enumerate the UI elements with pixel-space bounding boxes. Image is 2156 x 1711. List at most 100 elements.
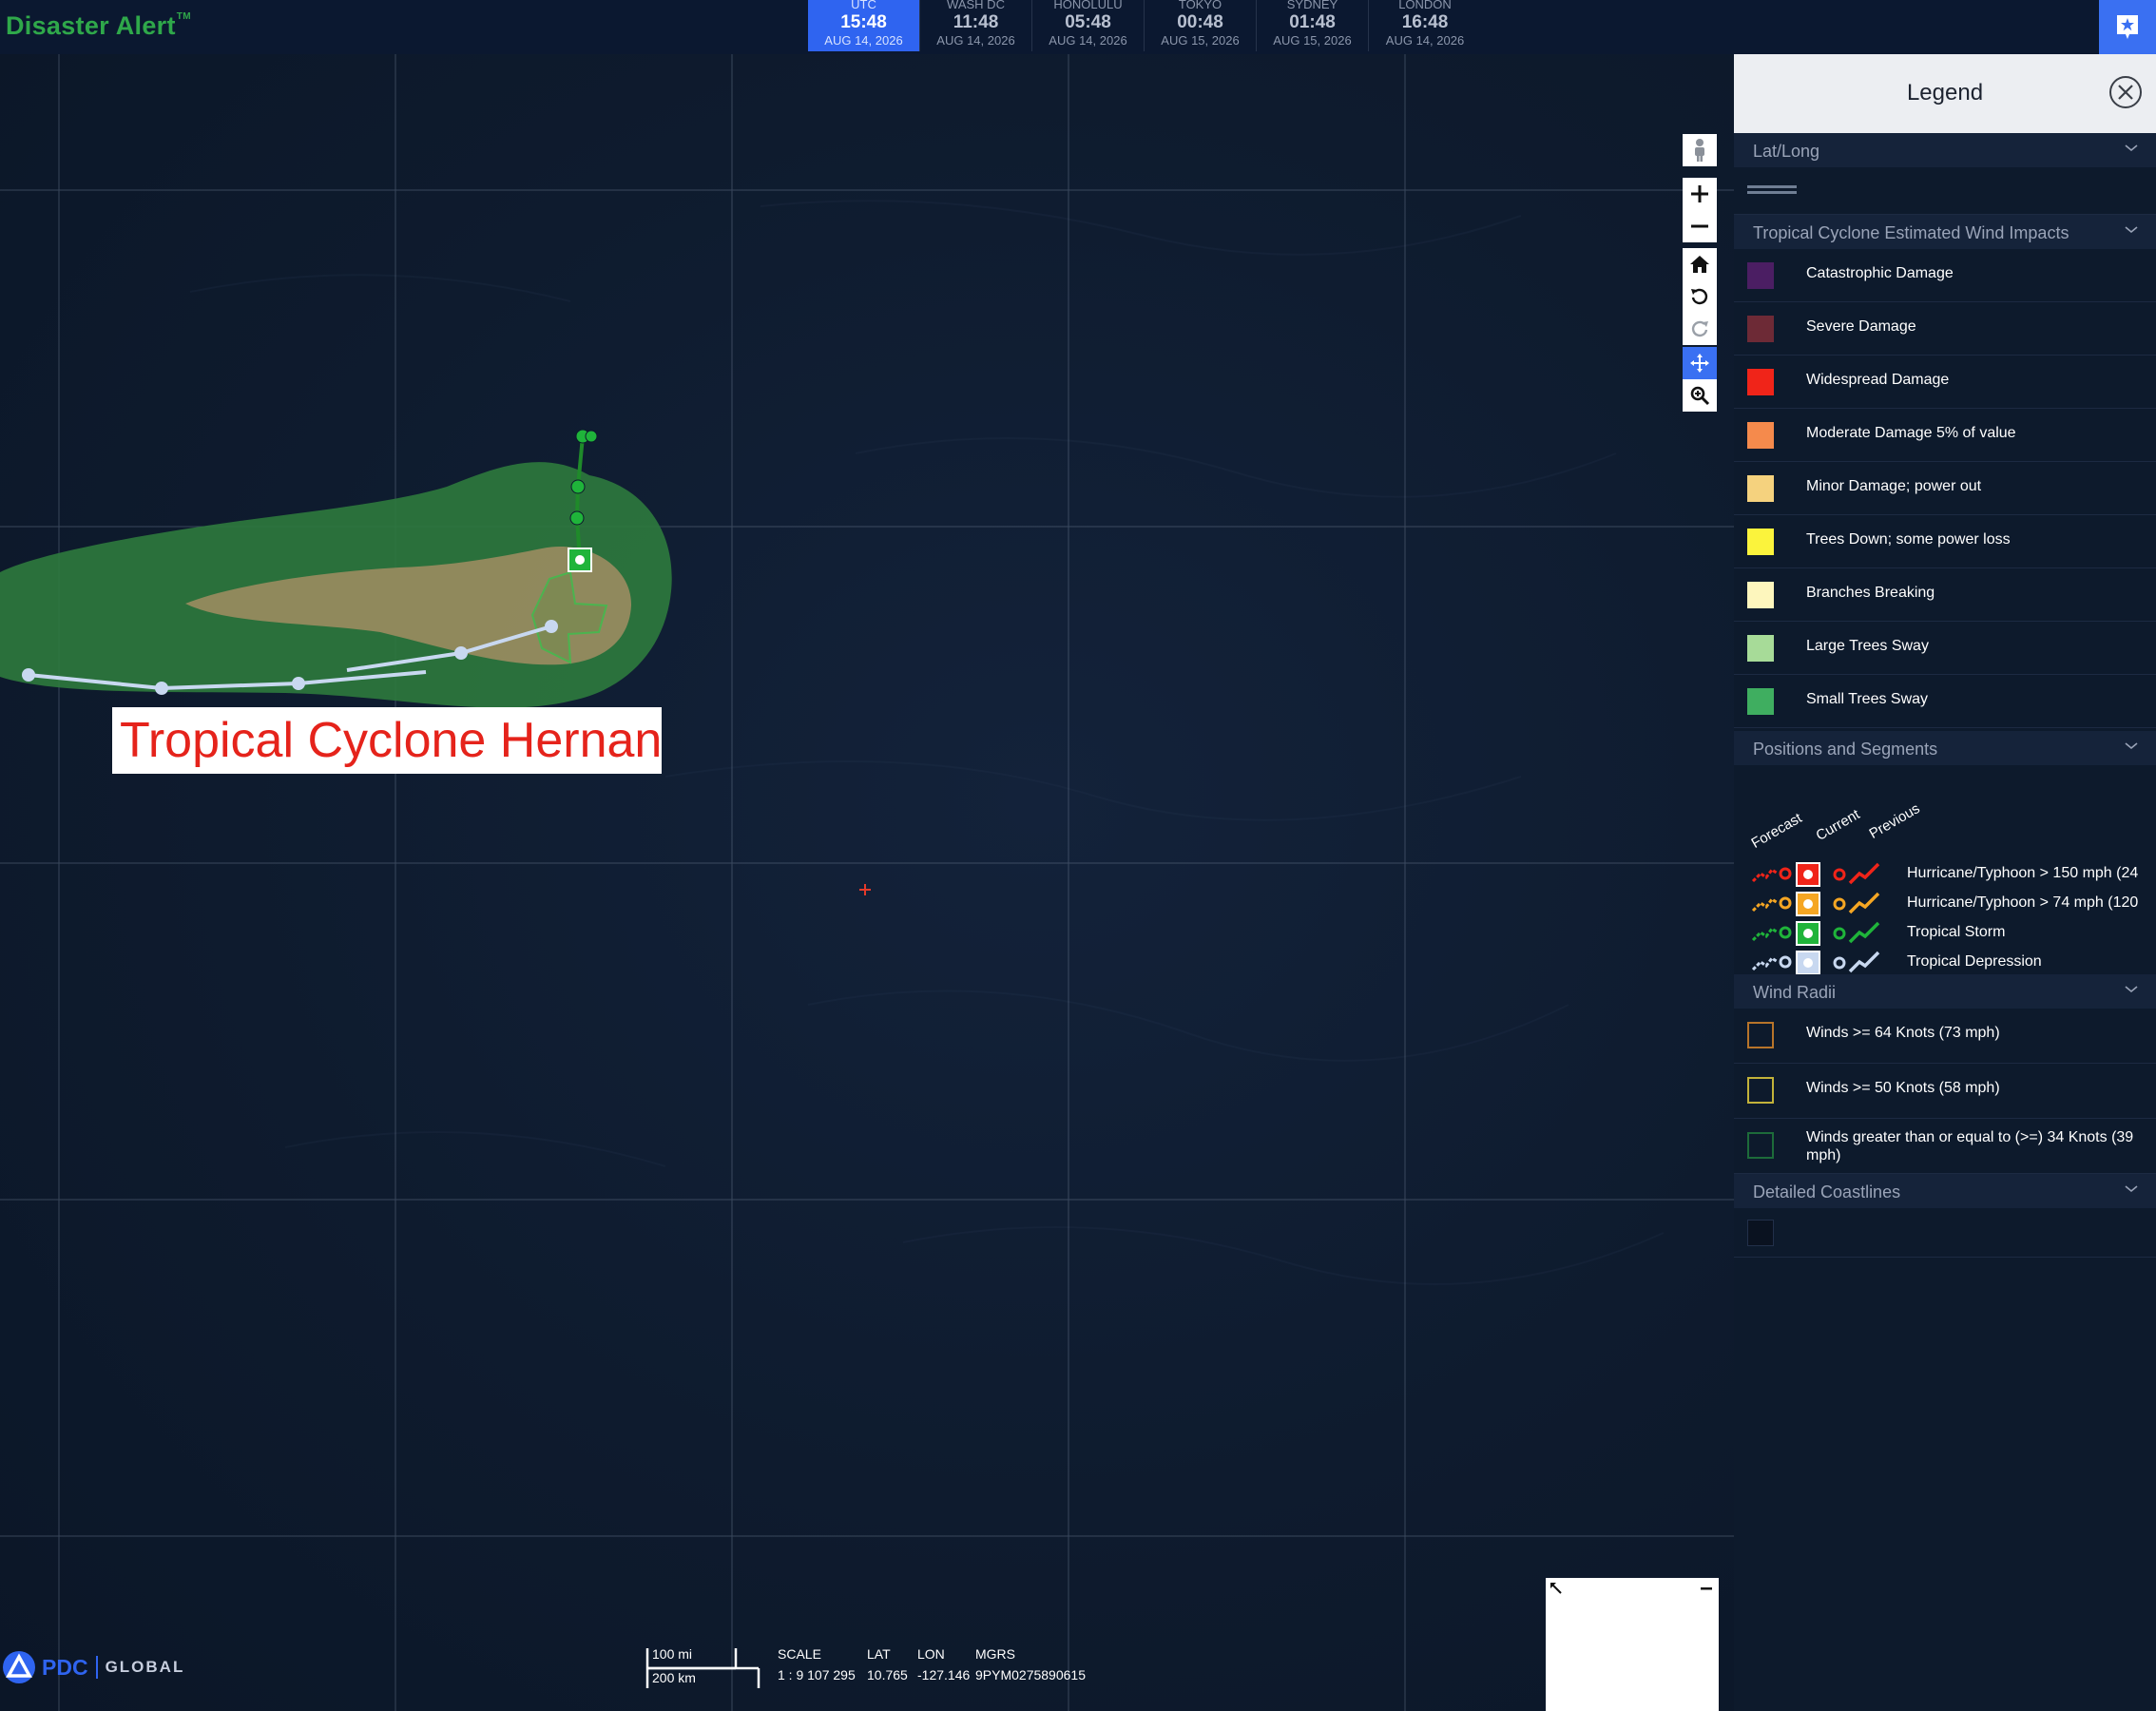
color-swatch xyxy=(1747,316,1774,342)
close-icon[interactable] xyxy=(2108,75,2143,109)
positions-legend: Forecast Current Previous Hurricane/Typh… xyxy=(1734,786,2156,976)
legend-title: Legend xyxy=(1906,80,1984,106)
zoom-in-icon xyxy=(1691,185,1708,202)
legend-panel: Legend Lat/Long Tropical Cyclone Estimat… xyxy=(1734,54,2156,1711)
latlong-line-swatch xyxy=(1747,185,1797,194)
section-wind-radii[interactable]: Wind Radii xyxy=(1734,974,2156,1009)
wind-impact-label: Widespread Damage xyxy=(1806,372,1950,388)
color-swatch xyxy=(1747,369,1774,395)
track-symbols-row xyxy=(1751,921,1880,946)
minimize-icon[interactable] xyxy=(1700,1582,1713,1595)
wind-impact-label: Branches Breaking xyxy=(1806,585,1935,601)
pdc-triangle-icon xyxy=(3,1651,35,1683)
wind-radii-label: Winds >= 64 Knots (73 mph) xyxy=(1806,1025,2000,1041)
section-latlong[interactable]: Lat/Long xyxy=(1734,133,2156,167)
alerts-button[interactable] xyxy=(2099,0,2156,54)
overview-minimap[interactable] xyxy=(1546,1578,1719,1711)
map-view[interactable]: Tropical Cyclone Hernan xyxy=(0,54,1734,1711)
world-clocks: UTC 15:48 AUG 14, 2026 WASH DC 11:48 AUG 14, … xyxy=(808,0,1481,51)
chevron-down-icon xyxy=(2125,986,2138,993)
wind-impact-label: Large Trees Sway xyxy=(1806,638,1929,654)
coastlines-row xyxy=(1734,1208,2156,1258)
wind-impact-row: Large Trees Sway xyxy=(1734,622,2156,675)
home-button[interactable] xyxy=(1683,248,1717,280)
map-canvas[interactable] xyxy=(0,54,1734,1711)
wind-impact-label: Severe Damage xyxy=(1806,318,1916,335)
latitude-readout: LAT 10.765 xyxy=(867,1646,908,1682)
wind-radii-row: Winds >= 64 Knots (73 mph) xyxy=(1734,1009,2156,1064)
section-positions[interactable]: Positions and Segments xyxy=(1734,731,2156,765)
wind-radii-label: Winds >= 50 Knots (58 mph) xyxy=(1806,1080,2000,1096)
track-symbols-row xyxy=(1751,862,1880,887)
section-wind-impacts[interactable]: Tropical Cyclone Estimated Wind Impacts xyxy=(1734,215,2156,249)
color-swatch xyxy=(1747,688,1774,715)
clock-zone: WASH DC xyxy=(947,0,1005,11)
chevron-down-icon xyxy=(2125,742,2138,750)
global-logo-text: GLOBAL xyxy=(105,1658,185,1676)
pan-icon xyxy=(1690,354,1709,373)
chevron-down-icon xyxy=(2125,1185,2138,1193)
scale-miles: 100 mi xyxy=(652,1646,693,1662)
zoom-in-button[interactable] xyxy=(1683,178,1717,210)
clock-tokyo[interactable]: TOKYO 00:48 AUG 15, 2026 xyxy=(1145,0,1257,51)
wind-impact-row: Trees Down; some power loss xyxy=(1734,515,2156,568)
rotate-right-icon xyxy=(1691,320,1708,337)
section-coastlines[interactable]: Detailed Coastlines xyxy=(1734,1174,2156,1208)
clock-time: 16:48 xyxy=(1401,12,1449,32)
clock-time: 15:48 xyxy=(840,12,887,32)
storm-category-label: Tropical Storm xyxy=(1907,924,2006,940)
pan-button[interactable] xyxy=(1683,347,1717,379)
storm-category-label: Hurricane/Typhoon > 150 mph (24 xyxy=(1907,865,2139,881)
mgrs-readout: MGRS 9PYM0275890615 xyxy=(975,1646,1086,1682)
color-swatch xyxy=(1747,422,1774,449)
map-center-crosshair xyxy=(859,884,871,895)
forecast-header: Forecast xyxy=(1748,810,1805,852)
track-symbols-row xyxy=(1751,951,1880,975)
clock-wash-dc[interactable]: WASH DC 11:48 AUG 14, 2026 xyxy=(920,0,1032,51)
alert-star-icon xyxy=(2117,14,2138,39)
app-title[interactable]: Disaster AlertTM xyxy=(6,11,191,41)
clock-zone: LONDON xyxy=(1398,0,1452,11)
clock-time: 01:48 xyxy=(1289,12,1336,32)
wind-impact-label: Small Trees Sway xyxy=(1806,691,1929,707)
rotate-left-icon xyxy=(1691,288,1708,305)
clock-date: AUG 15, 2026 xyxy=(1161,33,1240,48)
rotate-left-button[interactable] xyxy=(1683,280,1717,313)
expand-icon[interactable] xyxy=(1550,1582,1563,1595)
wind-radii-label: Winds greater than or equal to (>=) 34 K… xyxy=(1806,1129,2134,1163)
clock-london[interactable]: LONDON 16:48 AUG 14, 2026 xyxy=(1369,0,1481,51)
clock-date: AUG 14, 2026 xyxy=(936,33,1015,48)
coastline-swatch xyxy=(1747,1220,1774,1246)
current-header: Current xyxy=(1813,806,1863,844)
pdc-global-logo[interactable]: PDC GLOBAL xyxy=(2,1648,184,1686)
zoom-box-icon xyxy=(1690,386,1710,406)
wind-impact-label: Moderate Damage 5% of value xyxy=(1806,425,2016,441)
rotate-right-button[interactable] xyxy=(1683,313,1717,345)
zoom-box-button[interactable] xyxy=(1683,379,1717,412)
clock-sydney[interactable]: SYDNEY 01:48 AUG 15, 2026 xyxy=(1257,0,1369,51)
radius-swatch xyxy=(1747,1132,1774,1159)
wind-impact-row: Branches Breaking xyxy=(1734,568,2156,622)
clock-zone: HONOLULU xyxy=(1053,0,1123,11)
clock-date: AUG 15, 2026 xyxy=(1273,33,1352,48)
wind-radii-row: Winds >= 50 Knots (58 mph) xyxy=(1734,1064,2156,1119)
clock-date: AUG 14, 2026 xyxy=(824,33,903,48)
previous-header: Previous xyxy=(1866,800,1923,842)
zoom-out-button[interactable] xyxy=(1683,210,1717,242)
scale-bar: 100 mi 200 km xyxy=(645,1644,760,1692)
clock-time: 05:48 xyxy=(1065,12,1111,32)
wind-impact-row: Small Trees Sway xyxy=(1734,675,2156,728)
storm-name-label[interactable]: Tropical Cyclone Hernan xyxy=(112,707,662,774)
clock-date: AUG 14, 2026 xyxy=(1049,33,1127,48)
wind-impact-label: Minor Damage; power out xyxy=(1806,478,1982,494)
wind-impact-row: Severe Damage xyxy=(1734,302,2156,356)
street-view-icon xyxy=(1695,139,1704,162)
scale-readout: SCALE 1 : 9 107 295 xyxy=(778,1646,856,1682)
clock-honolulu[interactable]: HONOLULU 05:48 AUG 14, 2026 xyxy=(1032,0,1145,51)
street-view-button[interactable] xyxy=(1683,134,1717,166)
lat-long-grid xyxy=(0,54,1734,1711)
logo-divider xyxy=(95,1656,98,1679)
clock-time: 11:48 xyxy=(953,12,999,32)
clock-utc[interactable]: UTC 15:48 AUG 14, 2026 xyxy=(808,0,920,51)
wind-impact-label: Trees Down; some power loss xyxy=(1806,531,2011,548)
